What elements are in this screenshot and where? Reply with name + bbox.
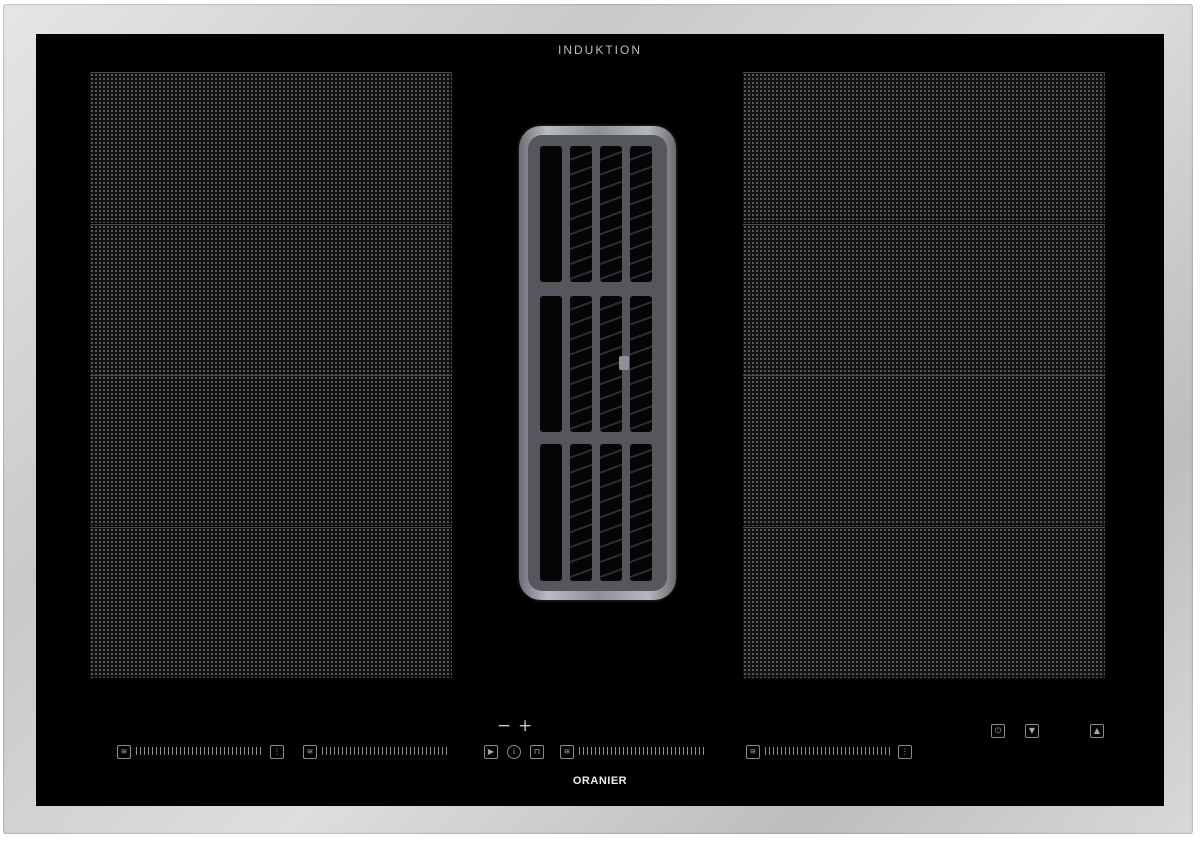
heat-wave-icon[interactable]: ≋ [746, 745, 760, 759]
left-zone-4 [90, 527, 452, 678]
vent-slot [600, 146, 622, 282]
vent-minus-button[interactable]: − [497, 716, 511, 736]
left-zone-2 [90, 224, 452, 375]
left-zone-1 [90, 72, 452, 223]
heat-wave-icon[interactable]: ≋ [560, 745, 574, 759]
vent-slot [570, 444, 592, 581]
vent-slot [600, 444, 622, 581]
right-zone-3 [743, 375, 1105, 526]
heat-wave-icon[interactable]: ≋ [303, 745, 317, 759]
lock-icon[interactable]: ⊓ [530, 745, 544, 759]
induction-label: INDUKTION [558, 43, 642, 57]
flex-zone-icon[interactable]: ⋮ [898, 745, 912, 759]
vent-slot [630, 444, 652, 581]
arrow-down-icon[interactable]: ▼ [1025, 724, 1039, 738]
zone-1-power-slider[interactable] [136, 747, 264, 755]
right-zone-4 [743, 527, 1105, 678]
brand-logo: ORANIER [572, 775, 628, 787]
left-zone-3 [90, 375, 452, 526]
vent-slot [570, 296, 592, 432]
zone-2-power-slider[interactable] [322, 747, 450, 755]
vent-slot [540, 296, 562, 432]
vent-plus-button[interactable]: + [518, 716, 532, 736]
zone-4-power-slider[interactable] [765, 747, 893, 755]
arrow-up-icon[interactable]: ▲ [1090, 724, 1104, 738]
vent-slot [630, 296, 652, 432]
vent-slot [570, 146, 592, 282]
vent-slot [630, 146, 652, 282]
downdraft-vent-grille[interactable] [519, 126, 676, 600]
flex-zone-icon[interactable]: ⋮ [270, 745, 284, 759]
right-zone-2 [743, 224, 1105, 375]
vent-slot [540, 444, 562, 581]
vent-handle[interactable] [619, 356, 629, 370]
vent-slot [540, 146, 562, 282]
power-icon[interactable]: ⏻ [991, 724, 1005, 738]
info-icon[interactable]: i [507, 745, 521, 759]
play-icon[interactable]: ▶ [484, 745, 498, 759]
heat-wave-icon[interactable]: ≋ [117, 745, 131, 759]
zone-3-power-slider[interactable] [579, 747, 707, 755]
vent-inner-frame [528, 135, 667, 591]
right-zone-1 [743, 72, 1105, 223]
